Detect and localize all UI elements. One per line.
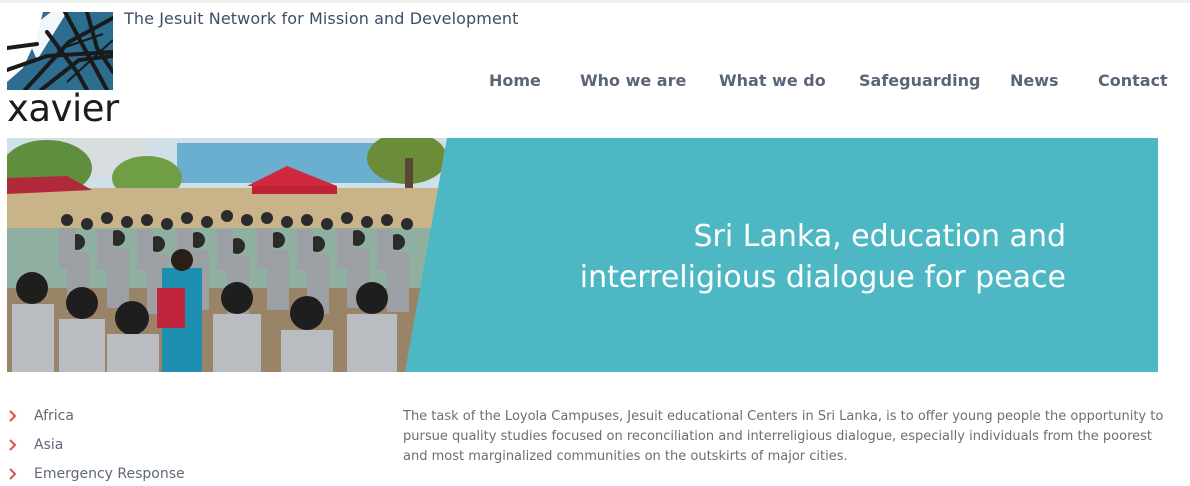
list-item: Africa [0, 405, 260, 434]
chevron-right-icon [9, 410, 17, 422]
category-list: Africa Asia Emergency Response [0, 405, 260, 486]
list-item: Emergency Response [0, 463, 260, 486]
site-tagline: The Jesuit Network for Mission and Devel… [124, 9, 519, 28]
category-link-africa[interactable]: Africa [34, 408, 74, 424]
category-link-emergency-response[interactable]: Emergency Response [34, 466, 185, 482]
main-nav: Home Who we are What we do Safeguarding … [0, 71, 1190, 91]
logo-wordmark: xavier [7, 87, 119, 130]
nav-item-who-we-are[interactable]: Who we are [580, 71, 686, 90]
article-body: The task of the Loyola Campuses, Jesuit … [403, 409, 1164, 464]
nav-item-safeguarding[interactable]: Safeguarding [859, 71, 980, 90]
site-logo[interactable]: xavier [7, 12, 119, 129]
hero-title: Sri Lanka, education and interreligious … [579, 219, 1066, 295]
nav-item-contact[interactable]: Contact [1098, 71, 1168, 90]
chevron-right-icon [9, 468, 17, 480]
hero-banner: Sri Lanka, education and interreligious … [7, 138, 1158, 372]
nav-item-home[interactable]: Home [489, 71, 541, 90]
nav-item-news[interactable]: News [1010, 71, 1059, 90]
category-link-asia[interactable]: Asia [34, 437, 63, 453]
nav-item-what-we-do[interactable]: What we do [719, 71, 826, 90]
top-strip [0, 0, 1190, 3]
hero-photo [7, 138, 447, 372]
list-item: Asia [0, 434, 260, 463]
chevron-right-icon [9, 439, 17, 451]
